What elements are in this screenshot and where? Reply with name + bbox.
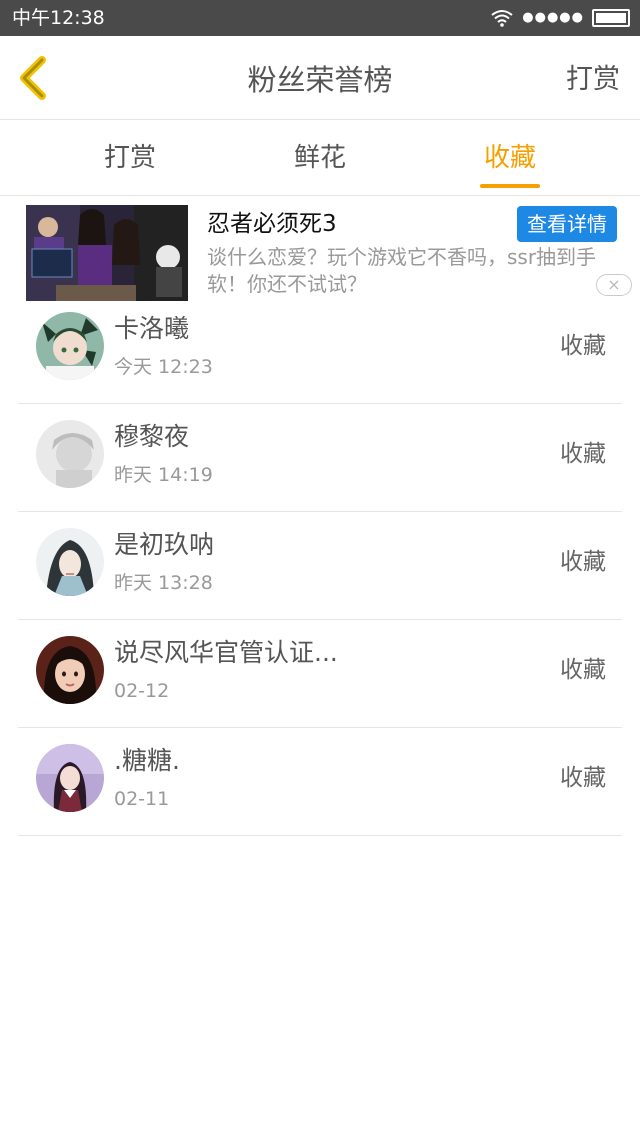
list-item[interactable]: 说尽风华官管认证... 02-12 收藏 <box>18 620 622 728</box>
fan-action: 收藏 <box>560 549 606 575</box>
tab-label: 收藏 <box>483 143 536 173</box>
ad-title: 忍者必须死3 <box>207 211 337 237</box>
fan-name: .糖糖. <box>114 746 180 775</box>
tab-label: 鲜花 <box>293 143 346 173</box>
nav-bar: 粉丝荣誉榜 打赏 <box>0 36 640 120</box>
reward-button[interactable]: 打赏 <box>566 62 620 98</box>
avatar <box>36 636 104 704</box>
tab-flowers[interactable]: 鲜花 <box>260 141 380 175</box>
fan-time: 02-12 <box>114 680 170 702</box>
status-bar: 中午12:38 ●●●●● <box>0 0 640 36</box>
battery-level <box>596 13 626 23</box>
ad-details-button[interactable]: 查看详情 <box>517 206 617 242</box>
fan-action: 收藏 <box>560 441 606 467</box>
fan-time: 今天 12:23 <box>114 356 213 378</box>
fan-name: 穆黎夜 <box>114 422 190 451</box>
tab-bar: 打赏 鲜花 收藏 <box>0 121 640 196</box>
ad-description: 谈什么恋爱？玩个游戏它不香吗，ssr抽到手软！你还不试试？ <box>207 245 597 296</box>
tab-favorites[interactable]: 收藏 <box>450 141 570 188</box>
status-time: 中午12:38 <box>12 7 105 29</box>
list-item[interactable]: 卡洛曦 今天 12:23 收藏 <box>18 296 622 404</box>
fan-name: 卡洛曦 <box>114 314 190 343</box>
fan-action: 收藏 <box>560 333 606 359</box>
fan-time: 昨天 13:28 <box>114 572 213 594</box>
list-item[interactable]: .糖糖. 02-11 收藏 <box>18 728 622 836</box>
fan-action: 收藏 <box>560 765 606 791</box>
tab-reward[interactable]: 打赏 <box>70 141 190 175</box>
active-tab-indicator <box>480 184 540 188</box>
avatar <box>36 528 104 596</box>
fan-name: 是初玖呐 <box>114 530 215 559</box>
fan-name: 说尽风华官管认证... <box>114 638 338 667</box>
fan-action: 收藏 <box>560 657 606 683</box>
tab-label: 打赏 <box>103 143 156 173</box>
fan-time: 02-11 <box>114 788 170 810</box>
battery-icon <box>592 9 630 27</box>
list-item[interactable]: 穆黎夜 昨天 14:19 收藏 <box>18 404 622 512</box>
page-title: 粉丝荣誉榜 <box>247 63 393 97</box>
avatar <box>36 420 104 488</box>
fan-time: 昨天 14:19 <box>114 464 213 486</box>
ad-banner[interactable]: 忍者必须死3 查看详情 谈什么恋爱？玩个游戏它不香吗，ssr抽到手软！你还不试试… <box>0 197 640 303</box>
signal-strength-icon: ●●●●● <box>522 10 584 25</box>
ad-thumbnail <box>26 205 188 301</box>
avatar <box>36 312 104 380</box>
wifi-icon <box>491 10 513 27</box>
avatar <box>36 744 104 812</box>
close-icon[interactable]: × <box>596 274 632 296</box>
list-item[interactable]: 是初玖呐 昨天 13:28 收藏 <box>18 512 622 620</box>
status-indicators: ●●●●● <box>490 7 630 29</box>
fan-list: 卡洛曦 今天 12:23 收藏 穆黎夜 昨天 14:19 收藏 是初玖呐 昨天 … <box>0 296 640 836</box>
